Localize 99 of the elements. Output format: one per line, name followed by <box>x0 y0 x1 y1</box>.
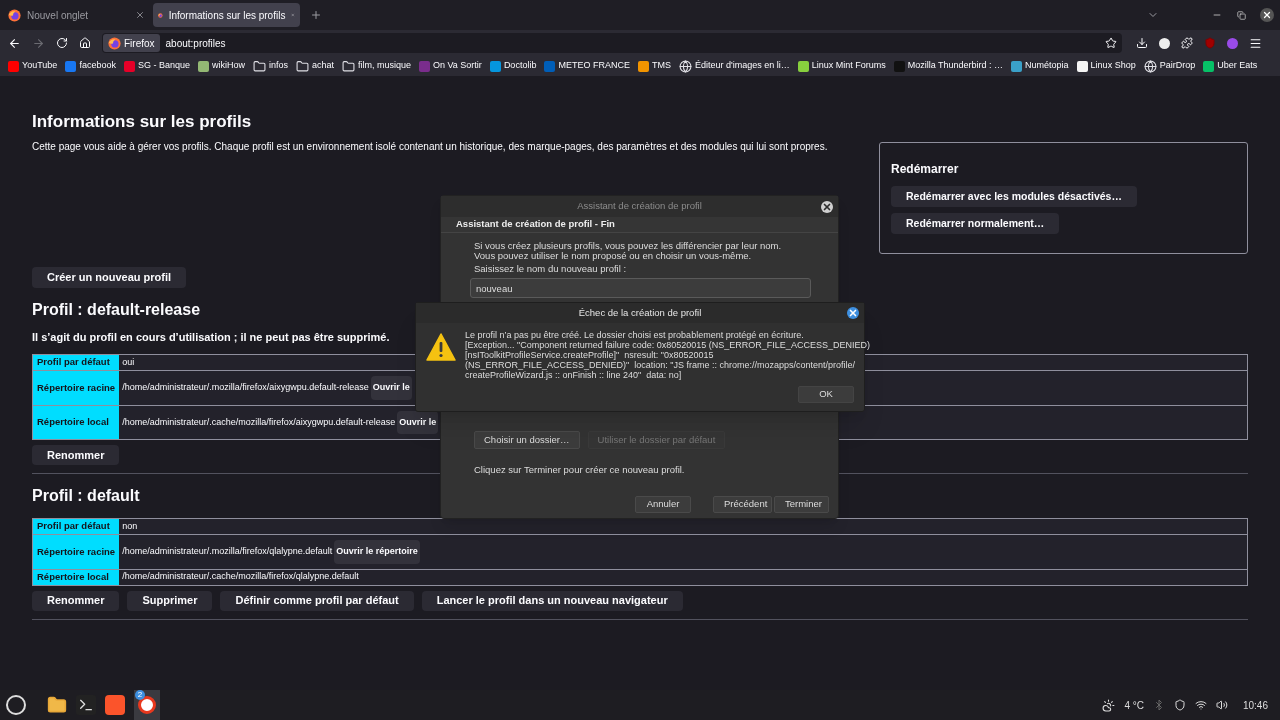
profile-action-button[interactable]: Renommer <box>32 445 120 465</box>
close-icon[interactable] <box>847 307 859 319</box>
folder-icon <box>342 59 355 73</box>
ok-button[interactable]: OK <box>798 386 854 403</box>
row-label: Profil par défaut <box>32 518 120 535</box>
bookmark-item[interactable]: TMS <box>637 59 671 73</box>
row-label: Répertoire local <box>32 405 120 440</box>
bookmark-item[interactable]: Linux Shop <box>1076 59 1136 73</box>
back-icon[interactable] <box>8 36 21 50</box>
row-label: Répertoire racine <box>32 370 120 405</box>
profile-note: Il s’agit du profil en cours d’utilisation ; il ne peut pas être supprimé. <box>32 330 390 345</box>
wizard-header: Assistant de création de profil - Fin <box>456 217 615 232</box>
extensions-icon[interactable] <box>1181 37 1193 49</box>
profile-heading: Profil : default <box>32 486 140 506</box>
name-label: Saisissez le nom du nouveau profil : <box>474 264 628 274</box>
url-text: about:profiles <box>165 36 227 51</box>
restart-title: Redémarrer <box>891 161 960 178</box>
page-description: Cette page vous aide à gérer vos profils. Chaque profil est un environnement isolé contenant un historique, des marque-pages, des paramètres et des modules qui lui sont propres. <box>32 140 829 154</box>
folder-icon <box>252 59 266 73</box>
browser-logo-icon <box>108 36 121 50</box>
tab-favicon-icon <box>8 8 21 22</box>
path-text: /home/administrateur/.cache/mozilla/firefox/qlalypne.default <box>122 570 359 584</box>
path-text: /home/administrateur/.mozilla/firefox/qlalypne.default <box>122 545 333 558</box>
identity-label[interactable]: Firefox <box>103 34 160 52</box>
open-folder-button[interactable]: Ouvrir le <box>397 410 439 434</box>
close-tab-icon[interactable] <box>135 10 145 20</box>
tab-title: Informations sur les profils <box>168 8 286 23</box>
close-icon[interactable] <box>821 200 833 213</box>
error-message: Le profil n’a pas pu être créé. Le dossier choisi est probablement protégé en écriture. [Exception... "Component returned failure code: 0x80520015 (NS_ERROR_FILE_ACCESS_DENIED) [nsIToolkitProfileService.createProfile]" nsresult: "0x80520015 (NS_ERROR_FILE_ACCESS_DENIED)" location: "JS frame :: chrome://mozapps/content/profile/ createProfileWizard.js :: onFinish :: line 240" data: no] <box>465 330 870 380</box>
restart-button[interactable]: Redémarrer avec les modules désactivés… <box>891 186 1137 207</box>
bookmark-item[interactable]: Mozilla Thunderbird : … <box>893 59 1004 73</box>
restart-button[interactable]: Redémarrer normalement… <box>891 213 1060 234</box>
bookmark-item[interactable]: Numétopia <box>1011 59 1069 73</box>
forward-icon[interactable] <box>32 36 45 50</box>
clock-text: 10:46 <box>1242 698 1268 713</box>
browser-tab[interactable]: Nouvel onglet <box>3 3 150 27</box>
terminal-icon[interactable] <box>76 695 96 715</box>
wifi-icon[interactable] <box>1194 699 1207 711</box>
page-title: Informations sur les profils <box>32 111 253 133</box>
dialog-button[interactable]: Précédent <box>713 496 772 513</box>
finish-text: Cliquez sur Terminer pour créer ce nouveau profil. <box>474 465 686 475</box>
path-text: oui <box>122 355 135 369</box>
dialog-title: Échec de la création de profil <box>578 305 702 320</box>
bookmark-item[interactable]: YouTube <box>8 59 58 73</box>
profile-action-button[interactable]: Définir comme profil par défaut <box>220 590 414 611</box>
globe-icon <box>1143 59 1157 73</box>
bookmark-item[interactable]: On Va Sortir <box>419 59 482 73</box>
account-icon[interactable] <box>1159 37 1170 49</box>
close-window-icon[interactable] <box>1260 8 1274 22</box>
warning-icon <box>426 333 456 361</box>
bookmark-item[interactable]: achat <box>295 59 334 73</box>
shield-icon[interactable] <box>1173 699 1186 711</box>
bookmark-item[interactable]: METEO FRANCE <box>544 59 630 73</box>
dialog-button[interactable]: Terminer <box>774 496 829 513</box>
bookmark-item[interactable]: infos <box>252 59 288 73</box>
profile-action-button[interactable]: Supprimer <box>127 590 213 611</box>
folder-icon <box>295 59 309 73</box>
open-folder-button[interactable]: Ouvrir le <box>370 376 412 400</box>
temperature-text: 4 °C <box>1124 698 1144 713</box>
globe-icon <box>678 59 692 73</box>
new-tab-icon[interactable] <box>310 9 322 21</box>
profile-action-button[interactable]: Lancer le profil dans un nouveau navigateur <box>421 590 683 611</box>
bookmark-item[interactable]: PairDrop <box>1143 59 1196 73</box>
home-icon[interactable] <box>79 37 91 49</box>
folder-icon[interactable] <box>47 695 67 715</box>
bookmark-item[interactable]: wikiHow <box>197 59 245 73</box>
bookmark-item[interactable]: Éditeur d'images en li… <box>678 59 790 73</box>
tab-title: Nouvel onglet <box>27 8 90 23</box>
bookmark-item[interactable]: Uber Eats <box>1203 59 1258 73</box>
folder-button[interactable]: Choisir un dossier… <box>474 431 580 449</box>
profile-name-field[interactable]: nouveau <box>470 278 811 298</box>
bookmark-item[interactable]: Linux Mint Forums <box>797 59 886 73</box>
app-icon[interactable] <box>138 696 156 714</box>
reload-icon[interactable] <box>56 37 68 49</box>
bookmark-star-icon[interactable] <box>1105 37 1117 49</box>
address-bar[interactable]: Firefox about:profiles <box>102 33 1122 53</box>
bookmark-item[interactable]: facebook <box>65 59 116 73</box>
path-text: non <box>122 519 138 533</box>
row-label: Profil par défaut <box>32 354 120 371</box>
open-folder-button[interactable]: Ouvrir le répertoire <box>334 540 420 564</box>
profile-action-button[interactable]: Renommer <box>32 590 120 611</box>
path-text: /home/administrateur/.cache/mozilla/firefox/aixygwpu.default-release <box>122 415 396 429</box>
restore-icon[interactable] <box>1237 10 1246 20</box>
weather-icon[interactable] <box>1102 698 1116 712</box>
wizard-intro: Si vous créez plusieurs profils, vous pouvez les différencier par leur nom. Vous pouvez utiliser le nom proposé ou en choisir un vous-même. <box>474 241 783 261</box>
profile-heading: Profil : default-release <box>32 300 201 320</box>
dialog-button[interactable]: Annuler <box>635 496 691 513</box>
menu-icon[interactable] <box>1249 36 1262 50</box>
bookmark-item[interactable]: Doctolib <box>489 59 537 73</box>
volume-icon[interactable] <box>1215 699 1228 711</box>
dialog-title: Assistant de création de profil <box>577 199 702 214</box>
window-count-badge: 2 <box>135 690 145 700</box>
bookmark-item[interactable]: film, musique <box>342 59 411 73</box>
create-profile-button[interactable]: Créer un nouveau profil <box>32 267 187 288</box>
path-text: /home/administrateur/.mozilla/firefox/aixygwpu.default-release <box>122 381 369 394</box>
browser-tab[interactable]: Informations sur les profils <box>153 3 300 27</box>
bookmark-item[interactable]: SG - Banque <box>123 59 190 73</box>
row-label: Répertoire racine <box>32 534 120 569</box>
start-menu-icon[interactable] <box>6 695 26 715</box>
